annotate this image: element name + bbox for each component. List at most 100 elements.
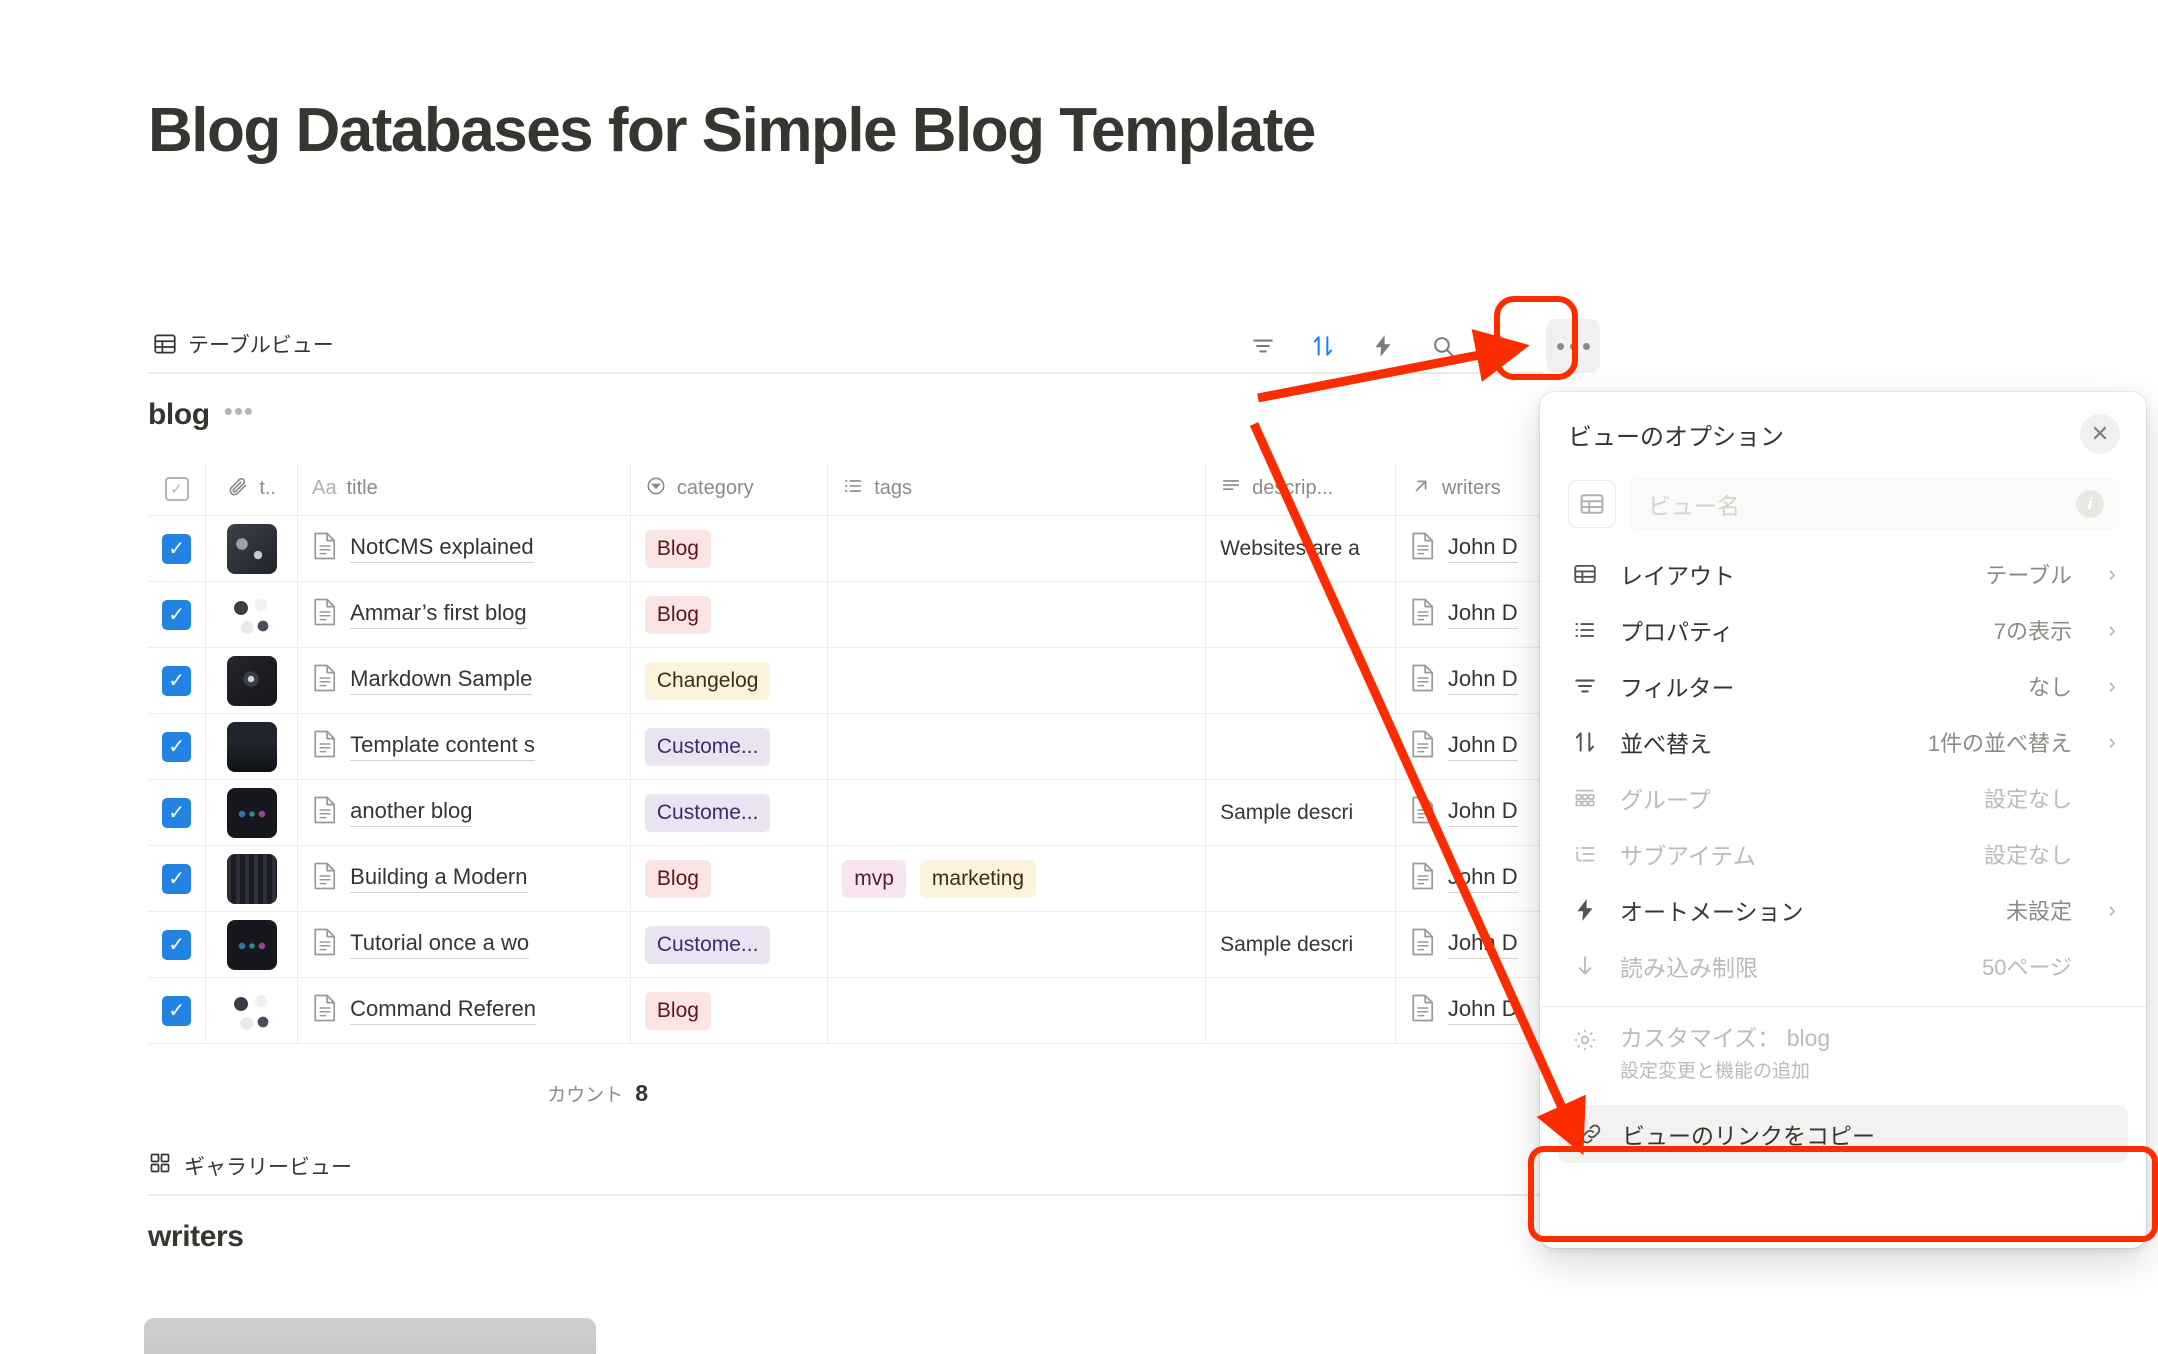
writer-card-image[interactable]	[144, 1318, 596, 1354]
row-tags-cell[interactable]	[828, 780, 1207, 845]
view-option-プロパティ[interactable]: プロパティ 7の表示 ›	[1540, 602, 2146, 658]
row-title-cell[interactable]: NotCMS explained	[298, 516, 631, 581]
row-title-cell[interactable]: Building a Modern	[298, 846, 631, 911]
category-pill[interactable]: Blog	[644, 991, 711, 1030]
row-writer-text[interactable]: John D	[1447, 732, 1518, 761]
row-checkbox-cell[interactable]: ✓	[148, 516, 207, 581]
row-category-cell[interactable]: Blog	[631, 846, 829, 911]
database-menu-icon[interactable]: •••	[224, 398, 254, 432]
row-tags-cell[interactable]	[828, 912, 1207, 977]
column-header-description[interactable]: descrip...	[1206, 462, 1396, 515]
row-writer-text[interactable]: John D	[1447, 996, 1518, 1025]
row-checkbox[interactable]: ✓	[162, 863, 192, 894]
row-title-text[interactable]: Template content s	[350, 732, 535, 761]
row-writers-cell[interactable]: John D	[1396, 912, 1548, 977]
row-writers-cell[interactable]: John D	[1396, 582, 1548, 647]
category-pill[interactable]: Blog	[644, 859, 711, 898]
row-checkbox[interactable]: ✓	[162, 731, 192, 762]
row-description-cell[interactable]	[1206, 846, 1396, 911]
customize-row[interactable]: カスタマイズ： blog 設定変更と機能の追加	[1540, 1019, 2146, 1091]
row-description-cell[interactable]	[1206, 978, 1396, 1043]
row-title-cell[interactable]: Tutorial once a wo	[298, 912, 631, 977]
column-header-select[interactable]: ✓	[148, 462, 207, 515]
row-thumbnail-cell[interactable]	[206, 978, 299, 1043]
view-option-フィルター[interactable]: フィルター なし ›	[1540, 658, 2146, 714]
row-checkbox-cell[interactable]: ✓	[148, 582, 207, 647]
row-category-cell[interactable]: Custome...	[631, 714, 829, 779]
view-option-並べ替え[interactable]: 並べ替え 1件の並べ替え ›	[1540, 714, 2146, 770]
row-thumbnail-cell[interactable]	[206, 714, 299, 779]
row-writers-cell[interactable]: John D	[1396, 846, 1548, 911]
row-title-cell[interactable]: Markdown Sample	[298, 648, 631, 713]
row-checkbox-cell[interactable]: ✓	[148, 714, 207, 779]
lightning-icon[interactable]	[1366, 329, 1400, 363]
row-writer-text[interactable]: John D	[1447, 798, 1518, 827]
row-thumbnail-cell[interactable]	[206, 648, 299, 713]
row-category-cell[interactable]: Custome...	[631, 780, 829, 845]
row-title-text[interactable]: NotCMS explained	[350, 534, 534, 563]
row-category-cell[interactable]: Blog	[631, 582, 829, 647]
row-category-cell[interactable]: Changelog	[631, 648, 829, 713]
row-tags-cell[interactable]	[828, 714, 1207, 779]
category-pill[interactable]: Custome...	[644, 925, 771, 964]
tab-table-view[interactable]: テーブルビュー	[148, 318, 338, 370]
row-description-cell[interactable]: Sample descri	[1206, 780, 1396, 845]
category-pill[interactable]: Changelog	[644, 661, 771, 700]
row-writer-text[interactable]: John D	[1447, 666, 1518, 695]
tag-pill[interactable]: marketing	[919, 859, 1037, 898]
row-category-cell[interactable]: Blog	[631, 978, 829, 1043]
view-option-レイアウト[interactable]: レイアウト テーブル ›	[1540, 546, 2146, 602]
table-icon[interactable]	[1568, 480, 1616, 528]
row-checkbox-cell[interactable]: ✓	[148, 978, 207, 1043]
tag-pill[interactable]: mvp	[842, 859, 906, 898]
row-title-cell[interactable]: Command Referen	[298, 978, 631, 1043]
info-icon[interactable]: i	[2076, 490, 2104, 518]
row-title-text[interactable]: Ammar’s first blog	[350, 600, 527, 629]
row-checkbox[interactable]: ✓	[162, 599, 192, 630]
row-writers-cell[interactable]: John D	[1396, 648, 1548, 713]
column-header-writers[interactable]: writers	[1396, 462, 1548, 515]
row-writers-cell[interactable]: John D	[1396, 780, 1548, 845]
row-tags-cell[interactable]	[828, 582, 1207, 647]
view-option-オートメーション[interactable]: オートメーション 未設定 ›	[1540, 882, 2146, 938]
filter-icon[interactable]	[1246, 329, 1280, 363]
row-writer-text[interactable]: John D	[1447, 534, 1518, 563]
category-pill[interactable]: Custome...	[644, 793, 771, 832]
row-thumbnail-cell[interactable]	[206, 582, 299, 647]
row-checkbox-cell[interactable]: ✓	[148, 846, 207, 911]
row-title-cell[interactable]: another blog	[298, 780, 631, 845]
row-title-text[interactable]: Markdown Sample	[350, 666, 533, 695]
row-category-cell[interactable]: Blog	[631, 516, 829, 581]
row-writer-text[interactable]: John D	[1447, 600, 1518, 629]
row-writers-cell[interactable]: John D	[1396, 978, 1548, 1043]
row-checkbox[interactable]: ✓	[162, 665, 192, 696]
row-category-cell[interactable]: Custome...	[631, 912, 829, 977]
row-writers-cell[interactable]: John D	[1396, 714, 1548, 779]
row-description-cell[interactable]	[1206, 648, 1396, 713]
row-tags-cell[interactable]	[828, 978, 1207, 1043]
row-checkbox[interactable]: ✓	[162, 533, 192, 564]
column-header-title[interactable]: Aa title	[298, 462, 631, 515]
copy-view-link-button[interactable]: ビューのリンクをコピー	[1558, 1105, 2128, 1164]
row-writer-text[interactable]: John D	[1447, 864, 1518, 893]
row-tags-cell[interactable]	[828, 648, 1207, 713]
row-thumbnail-cell[interactable]	[206, 846, 299, 911]
row-thumbnail-cell[interactable]	[206, 912, 299, 977]
row-thumbnail-cell[interactable]	[206, 780, 299, 845]
search-icon[interactable]	[1426, 329, 1460, 363]
row-title-text[interactable]: another blog	[350, 798, 473, 827]
row-description-cell[interactable]: Websites are a	[1206, 516, 1396, 581]
row-title-text[interactable]: Tutorial once a wo	[350, 930, 530, 959]
row-checkbox[interactable]: ✓	[162, 929, 192, 960]
category-pill[interactable]: Blog	[644, 529, 711, 568]
row-checkbox-cell[interactable]: ✓	[148, 912, 207, 977]
tab-gallery-view[interactable]: ギャラリービュー	[148, 1142, 352, 1190]
row-title-cell[interactable]: Ammar’s first blog	[298, 582, 631, 647]
row-description-cell[interactable]: Sample descri	[1206, 912, 1396, 977]
column-header-thumbnail[interactable]: t..	[206, 462, 299, 515]
row-title-cell[interactable]: Template content s	[298, 714, 631, 779]
row-writers-cell[interactable]: John D	[1396, 516, 1548, 581]
close-icon[interactable]: ✕	[2080, 414, 2120, 454]
category-pill[interactable]: Custome...	[644, 727, 771, 766]
row-writer-text[interactable]: John D	[1447, 930, 1518, 959]
